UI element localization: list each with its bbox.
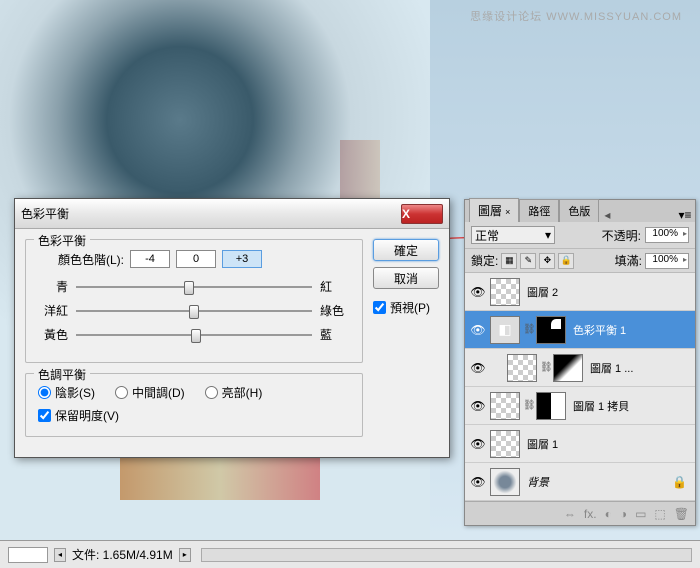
tab-paths[interactable]: 路徑 [519, 199, 559, 222]
opacity-label: 不透明: [602, 227, 641, 244]
layer-thumbnail[interactable] [490, 278, 520, 306]
lock-position-icon[interactable]: ✥ [539, 253, 555, 269]
new-group-icon[interactable]: ▭ [635, 507, 646, 521]
yellow-blue-slider[interactable] [76, 328, 312, 342]
visibility-eye-icon[interactable]: 👁 [469, 473, 487, 491]
level-cyan-red-input[interactable] [130, 250, 170, 268]
info-menu-icon[interactable]: ▸ [179, 548, 191, 562]
magenta-green-slider[interactable] [76, 304, 312, 318]
scrollbar-horizontal[interactable] [201, 548, 692, 562]
cancel-button[interactable]: 取消 [373, 267, 439, 289]
opacity-input[interactable]: 100% [645, 227, 689, 243]
tab-channels[interactable]: 色版 [559, 199, 599, 222]
layer-list: 👁 圖層 2 👁 ◧ ⛓ 色彩平衡 1 👁 ⛓ 圖層 1 ... 👁 ⛓ 圖層 … [465, 273, 695, 501]
chevron-down-icon: ▾ [545, 228, 551, 242]
tone-balance-group: 色調平衡 陰影(S) 中間調(D) 亮部(H) 保留明度(V) [25, 373, 363, 437]
preview-checkbox[interactable]: 預視(P) [373, 299, 439, 316]
cyan-red-slider[interactable] [76, 280, 312, 294]
layers-footer: ⇔ fx. ◐ ◑ ▭ ⬚ 🗑 [465, 501, 695, 525]
level-magenta-green-input[interactable] [176, 250, 216, 268]
layer-item[interactable]: 👁 ◧ ⛓ 色彩平衡 1 [465, 311, 695, 349]
new-layer-icon[interactable]: ⬚ [654, 507, 665, 521]
layer-name[interactable]: 色彩平衡 1 [569, 322, 691, 338]
layer-thumbnail[interactable] [490, 430, 520, 458]
lock-transparency-icon[interactable]: ▦ [501, 253, 517, 269]
slider-right-label: 綠色 [320, 302, 350, 319]
slider-left-label: 青 [38, 278, 68, 295]
slider-left-label: 黃色 [38, 326, 68, 343]
link-icon: ⛓ [523, 400, 533, 411]
panel-menu-icon[interactable]: ▾≡ [675, 208, 695, 222]
midtones-radio[interactable]: 中間調(D) [115, 384, 185, 401]
slider-thumb[interactable] [184, 281, 194, 295]
level-yellow-blue-input[interactable] [222, 250, 262, 268]
visibility-eye-icon[interactable]: 👁 [469, 397, 487, 415]
layers-panel: 圖層 × 路徑 色版 ◂ ▾≡ 正常▾ 不透明: 100% 鎖定: ▦ ✎ ✥ … [464, 199, 696, 526]
delete-layer-icon[interactable]: 🗑 [674, 507, 689, 521]
layer-name[interactable]: 圖層 1 ... [586, 360, 691, 376]
mask-thumbnail[interactable] [553, 354, 583, 382]
slider-left-label: 洋紅 [38, 302, 68, 319]
layer-thumbnail[interactable] [490, 392, 520, 420]
visibility-eye-icon[interactable]: 👁 [469, 435, 487, 453]
lock-label: 鎖定: [471, 252, 498, 269]
highlights-radio[interactable]: 亮部(H) [205, 384, 263, 401]
lock-icon: 🔒 [672, 475, 687, 489]
link-layers-icon[interactable]: ⇔ [564, 507, 576, 521]
zoom-input[interactable] [8, 547, 48, 563]
layer-name[interactable]: 圖層 1 拷貝 [569, 398, 691, 414]
slider-right-label: 紅 [320, 278, 350, 295]
layer-item[interactable]: 👁 ⛓ 圖層 1 ... [465, 349, 695, 387]
dialog-titlebar[interactable]: 色彩平衡 X [15, 199, 449, 229]
layer-name[interactable]: 背景 [523, 474, 669, 490]
adjustment-layer-icon[interactable]: ◑ [620, 507, 627, 521]
fill-label: 填滿: [615, 252, 642, 269]
panel-tabs: 圖層 × 路徑 色版 ◂ ▾≡ [465, 200, 695, 222]
mask-thumbnail[interactable] [536, 392, 566, 420]
visibility-eye-icon[interactable]: 👁 [469, 321, 487, 339]
visibility-eye-icon[interactable]: 👁 [469, 359, 487, 377]
group-legend: 色調平衡 [34, 366, 90, 383]
blend-mode-select[interactable]: 正常▾ [471, 226, 555, 244]
status-bar: ◂ 文件: 1.65M/4.91M ▸ [0, 540, 700, 568]
file-info: 文件: 1.65M/4.91M [72, 546, 173, 563]
ok-button[interactable]: 確定 [373, 239, 439, 261]
panel-collapse-icon[interactable]: ◂ [599, 208, 615, 222]
color-balance-dialog: 色彩平衡 X 色彩平衡 顏色色階(L): 青 紅 洋紅 [14, 198, 450, 458]
nav-left-icon[interactable]: ◂ [54, 548, 66, 562]
layer-item[interactable]: 👁 ⛓ 圖層 1 拷貝 [465, 387, 695, 425]
link-icon: ⛓ [540, 362, 550, 373]
slider-thumb[interactable] [189, 305, 199, 319]
mask-thumbnail[interactable] [536, 316, 566, 344]
adjustment-thumbnail[interactable]: ◧ [490, 316, 520, 344]
layer-fx-icon[interactable]: fx. [584, 507, 597, 521]
layer-item[interactable]: 👁 圖層 1 [465, 425, 695, 463]
add-mask-icon[interactable]: ◐ [605, 507, 612, 521]
preserve-luminosity-checkbox[interactable]: 保留明度(V) [38, 407, 350, 424]
link-icon: ⛓ [523, 324, 533, 335]
layer-item[interactable]: 👁 背景 🔒 [465, 463, 695, 501]
color-balance-group: 色彩平衡 顏色色階(L): 青 紅 洋紅 綠色 [25, 239, 363, 363]
layer-thumbnail[interactable] [490, 468, 520, 496]
tab-layers[interactable]: 圖層 × [469, 198, 519, 222]
lock-paint-icon[interactable]: ✎ [520, 253, 536, 269]
levels-label: 顏色色階(L): [58, 251, 124, 268]
lock-all-icon[interactable]: 🔒 [558, 253, 574, 269]
layer-name[interactable]: 圖層 1 [523, 436, 691, 452]
layer-name[interactable]: 圖層 2 [523, 284, 691, 300]
layer-item[interactable]: 👁 圖層 2 [465, 273, 695, 311]
visibility-eye-icon[interactable]: 👁 [469, 283, 487, 301]
layer-thumbnail[interactable] [507, 354, 537, 382]
watermark-text: 思缘设计论坛 WWW.MISSYUAN.COM [470, 8, 682, 24]
shadows-radio[interactable]: 陰影(S) [38, 384, 95, 401]
tab-close-icon[interactable]: × [505, 207, 510, 217]
slider-thumb[interactable] [191, 329, 201, 343]
close-button[interactable]: X [401, 204, 443, 224]
group-legend: 色彩平衡 [34, 232, 90, 249]
fill-input[interactable]: 100% [645, 253, 689, 269]
close-icon: X [402, 207, 442, 221]
slider-right-label: 藍 [320, 326, 350, 343]
dialog-title: 色彩平衡 [21, 205, 401, 222]
